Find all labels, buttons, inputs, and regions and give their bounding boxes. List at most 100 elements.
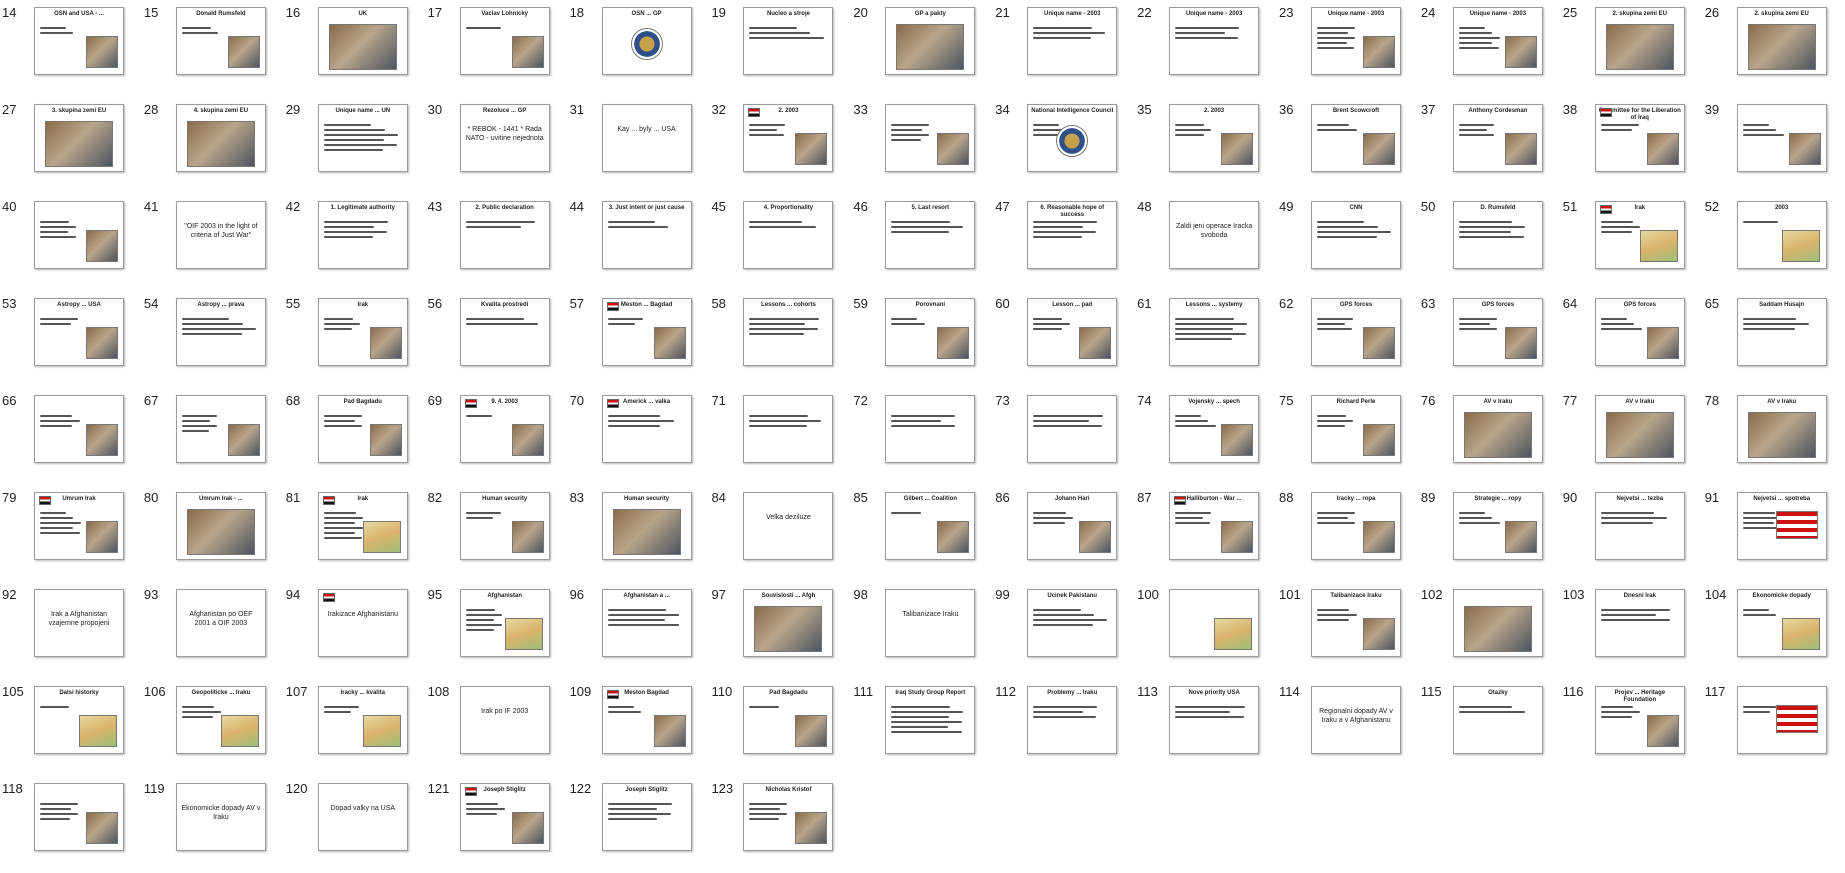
slide-thumbnail[interactable]	[34, 783, 124, 851]
slide-thumbnail[interactable]: National Intelligence Council	[1027, 104, 1118, 172]
slide-thumbnail[interactable]: OSN and USA - ...	[34, 7, 124, 75]
slide-thumbnail[interactable]: Nicholas Kristof	[743, 783, 834, 851]
slide-thumbnail[interactable]: Unique name - 2003	[1027, 7, 1118, 75]
slide-thumbnail[interactable]: Irak po IF 2003	[459, 686, 550, 754]
slide-thumbnail[interactable]: Iracky ... kvalita	[317, 686, 408, 754]
slide-thumbnail[interactable]: Ekonomicke dopady	[1736, 589, 1827, 657]
slide-thumbnail[interactable]: 5. Last resort	[885, 201, 976, 269]
slide-thumbnail[interactable]: Joseph Stiglitz	[459, 783, 550, 851]
slide-thumbnail[interactable]: Otazky	[1452, 686, 1543, 754]
slide-thumbnail[interactable]: AV v Iraku	[1452, 395, 1543, 463]
slide-thumbnail[interactable]: Committee for the Liberation of Iraq	[1594, 104, 1685, 172]
slide-thumbnail[interactable]: Ucinek Pakistanu	[1027, 589, 1118, 657]
slide-thumbnail[interactable]: Velka deziluze	[743, 492, 834, 560]
slide-thumbnail[interactable]: Nejvetsi ... spotreba	[1736, 492, 1827, 560]
slide-thumbnail[interactable]	[34, 395, 124, 463]
slide-thumbnail[interactable]: Iracky ... ropa	[1311, 492, 1402, 560]
slide-thumbnail[interactable]: Donald Rumsfeld	[175, 7, 266, 75]
slide-thumbnail[interactable]: Souvislosti ... Afgh	[743, 589, 834, 657]
slide-thumbnail[interactable]: Dopad valky na USA	[317, 783, 408, 851]
slide-thumbnail[interactable]: UK	[317, 7, 408, 75]
slide-thumbnail[interactable]: GPS forces	[1311, 298, 1402, 366]
slide-thumbnail[interactable]: 3. skupina zemi EU	[34, 104, 124, 172]
slide-thumbnail[interactable]: 2. 2003	[1169, 104, 1260, 172]
slide-thumbnail[interactable]: GPS forces	[1594, 298, 1685, 366]
slide-thumbnail[interactable]: Umrum Irak	[34, 492, 124, 560]
slide-thumbnail[interactable]: Lesson ... pad	[1027, 298, 1118, 366]
slide-thumbnail[interactable]: Gilbert ... Coalition	[885, 492, 976, 560]
slide-thumbnail[interactable]: Meston Bagdad	[601, 686, 692, 754]
slide-thumbnail[interactable]: Joseph Stiglitz	[601, 783, 692, 851]
slide-thumbnail[interactable]: 3. Just intent or just cause	[601, 201, 692, 269]
slide-thumbnail[interactable]	[1736, 104, 1827, 172]
slide-thumbnail[interactable]: Irak	[317, 298, 408, 366]
slide-thumbnail[interactable]: Afghanistan	[459, 589, 550, 657]
slide-thumbnail[interactable]: Lessons ... systemy	[1169, 298, 1260, 366]
slide-thumbnail[interactable]: Meston ... Bagdad	[601, 298, 692, 366]
slide-thumbnail[interactable]	[1027, 395, 1118, 463]
slide-thumbnail[interactable]: Vaclav Lohnicky	[459, 7, 550, 75]
slide-thumbnail[interactable]: Human security	[601, 492, 692, 560]
slide-thumbnail[interactable]: Saddam Husajn	[1736, 298, 1827, 366]
slide-thumbnail[interactable]: Unique name - 2003	[1169, 7, 1260, 75]
slide-thumbnail[interactable]: Human security	[459, 492, 550, 560]
slide-thumbnail[interactable]: Iraq Study Group Report	[885, 686, 976, 754]
slide-thumbnail[interactable]: 6. Reasonable hope of success	[1027, 201, 1118, 269]
slide-thumbnail[interactable]: Nejvetsi ... tezba	[1594, 492, 1685, 560]
slide-thumbnail[interactable]: Afghanistan po OEF 2001 a OIF 2003	[175, 589, 266, 657]
slide-thumbnail[interactable]: Pad Bagdadu	[743, 686, 834, 754]
slide-thumbnail[interactable]: Unique name - 2003	[1452, 7, 1543, 75]
slide-thumbnail[interactable]	[1736, 686, 1827, 754]
slide-thumbnail[interactable]: Projev ... Heritage Foundation	[1594, 686, 1685, 754]
slide-thumbnail[interactable]: Johann Hari	[1027, 492, 1118, 560]
slide-thumbnail[interactable]: Geopoliticke ... Iraku	[175, 686, 266, 754]
slide-thumbnail[interactable]: Anthony Cordesman	[1452, 104, 1543, 172]
slide-thumbnail[interactable]: AV v Iraku	[1736, 395, 1827, 463]
slide-thumbnail[interactable]: Brent Scowcroft	[1311, 104, 1402, 172]
slide-thumbnail[interactable]: 2003	[1736, 201, 1827, 269]
slide-thumbnail[interactable]	[1452, 589, 1543, 657]
slide-thumbnail[interactable]: Regionalni dopady AV v Iraku a v Afghani…	[1311, 686, 1402, 754]
slide-thumbnail[interactable]: "OIF 2003 in the light of criteria of Ju…	[175, 201, 266, 269]
slide-thumbnail[interactable]: GP a pakty	[885, 7, 976, 75]
slide-thumbnail[interactable]: Dnesni Irak	[1594, 589, 1685, 657]
slide-thumbnail[interactable]: Talibanizace Iraku	[1311, 589, 1402, 657]
slide-thumbnail[interactable]: Astropy ... prava	[175, 298, 266, 366]
slide-thumbnail[interactable]: AV v Iraku	[1594, 395, 1685, 463]
slide-thumbnail[interactable]: Irak	[317, 492, 408, 560]
slide-thumbnail[interactable]	[175, 395, 266, 463]
slide-thumbnail[interactable]: CNN	[1311, 201, 1402, 269]
slide-thumbnail[interactable]: 4. skupina zemi EU	[175, 104, 266, 172]
slide-thumbnail[interactable]: 2. skupina zemi EU	[1736, 7, 1827, 75]
slide-thumbnail[interactable]: Talibanizace Iraku	[885, 589, 976, 657]
slide-thumbnail[interactable]: D. Rumsfeld	[1452, 201, 1543, 269]
slide-thumbnail[interactable]: Richard Perle	[1311, 395, 1402, 463]
slide-thumbnail[interactable]: Umrum Irak - ...	[175, 492, 266, 560]
slide-thumbnail[interactable]: Lessons ... cohorts	[743, 298, 834, 366]
slide-thumbnail[interactable]: Rezoluce ... GP * REBOK - 1441 * Rada NAT…	[459, 104, 550, 172]
slide-thumbnail[interactable]	[885, 395, 976, 463]
slide-thumbnail[interactable]: Nucleo a stroje	[743, 7, 834, 75]
slide-thumbnail[interactable]: Porovnani	[885, 298, 976, 366]
slide-thumbnail[interactable]: 2. 2003	[743, 104, 834, 172]
slide-thumbnail[interactable]: Ekonomicke dopady AV v Iraku	[175, 783, 266, 851]
slide-thumbnail[interactable]: Irakizace Afghanistanu	[317, 589, 408, 657]
slide-thumbnail[interactable]: Unique name - 2003	[1311, 7, 1402, 75]
slide-thumbnail[interactable]: Irak a Afghanistan vzajemne propojeni	[34, 589, 124, 657]
slide-thumbnail[interactable]: GPS forces	[1452, 298, 1543, 366]
slide-thumbnail[interactable]: Strategie ... ropy	[1452, 492, 1543, 560]
slide-thumbnail[interactable]: Kay ... byly ... USA	[601, 104, 692, 172]
slide-thumbnail[interactable]: 1. Legitimate authority	[317, 201, 408, 269]
slide-thumbnail[interactable]: Zaldi jeni operace Iracka svoboda	[1169, 201, 1260, 269]
slide-thumbnail[interactable]: Vojensky ... spech	[1169, 395, 1260, 463]
slide-thumbnail[interactable]: Pad Bagdadu	[317, 395, 408, 463]
slide-thumbnail[interactable]: Irak	[1594, 201, 1685, 269]
slide-thumbnail[interactable]	[1169, 589, 1260, 657]
slide-thumbnail[interactable]: Kvalita prostredi	[459, 298, 550, 366]
slide-thumbnail[interactable]	[885, 104, 976, 172]
slide-thumbnail[interactable]: Problemy ... Iraku	[1027, 686, 1118, 754]
slide-thumbnail[interactable]: Nove priority USA	[1169, 686, 1260, 754]
slide-thumbnail[interactable]: 4. Proportionality	[743, 201, 834, 269]
slide-thumbnail[interactable]: Afghanistan a ...	[601, 589, 692, 657]
slide-thumbnail[interactable]: 2. skupina zemi EU	[1594, 7, 1685, 75]
